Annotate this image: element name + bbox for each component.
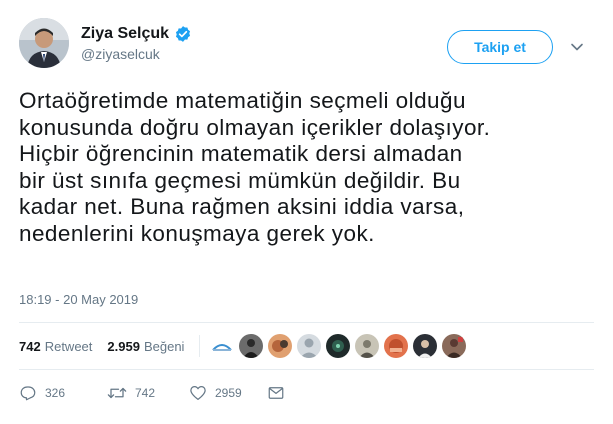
liker-avatar[interactable] [442, 334, 467, 358]
verified-badge-icon [174, 25, 192, 43]
tweet-header: Ziya Selçuk @ziyaselcuk Takip et [19, 18, 594, 70]
author-screen-name[interactable]: @ziyaselcuk [81, 46, 192, 62]
tweet-actions: 326 742 2959 [19, 378, 293, 408]
likes-stat[interactable]: 2.959 Beğeni [107, 339, 184, 354]
retweets-stat-label: Retweet [44, 338, 93, 354]
like-button[interactable]: 2959 [189, 384, 267, 402]
reply-button[interactable]: 326 [19, 384, 107, 402]
tweet-stats: 742 Retweet 2.959 Beğeni [19, 323, 594, 369]
liker-avatar[interactable] [355, 334, 380, 358]
liker-avatar[interactable] [413, 334, 438, 358]
follow-button[interactable]: Takip et [447, 30, 553, 64]
liker-avatar[interactable] [384, 334, 409, 358]
stats-separator [199, 335, 201, 357]
liker-avatar[interactable] [210, 334, 235, 358]
author-avatar[interactable] [19, 18, 69, 68]
tweet-text: Ortaöğretimde matematiğin seçmeli olduğu… [19, 88, 491, 246]
retweet-count: 742 [135, 386, 156, 400]
direct-message-button[interactable] [267, 384, 293, 402]
reply-count: 326 [45, 386, 66, 400]
tweet-card: Ziya Selçuk @ziyaselcuk Takip et Ortaöğr… [0, 0, 613, 424]
chevron-down-icon[interactable] [570, 40, 584, 54]
envelope-icon [268, 387, 284, 399]
liker-avatar[interactable] [268, 334, 293, 358]
reply-icon [20, 386, 36, 401]
liker-avatar[interactable] [297, 334, 322, 358]
likes-stat-label: Beğeni [143, 338, 185, 354]
tweet-timestamp[interactable]: 18:19 - 20 May 2019 [19, 292, 138, 307]
retweets-stat-count: 742 [19, 338, 41, 354]
liker-avatar[interactable] [326, 334, 351, 358]
likes-stat-count: 2.959 [107, 338, 140, 354]
author-name-block[interactable]: Ziya Selçuk @ziyaselcuk [81, 25, 192, 62]
likers-avatar-list [206, 334, 467, 358]
retweets-stat[interactable]: 742 Retweet [19, 339, 92, 354]
stats-bottom-divider [19, 369, 594, 370]
heart-icon [190, 386, 206, 400]
like-count: 2959 [215, 386, 242, 400]
retweet-button[interactable]: 742 [107, 384, 189, 402]
author-display-name[interactable]: Ziya Selçuk [81, 25, 169, 43]
retweet-icon [107, 387, 127, 399]
liker-avatar[interactable] [239, 334, 264, 358]
